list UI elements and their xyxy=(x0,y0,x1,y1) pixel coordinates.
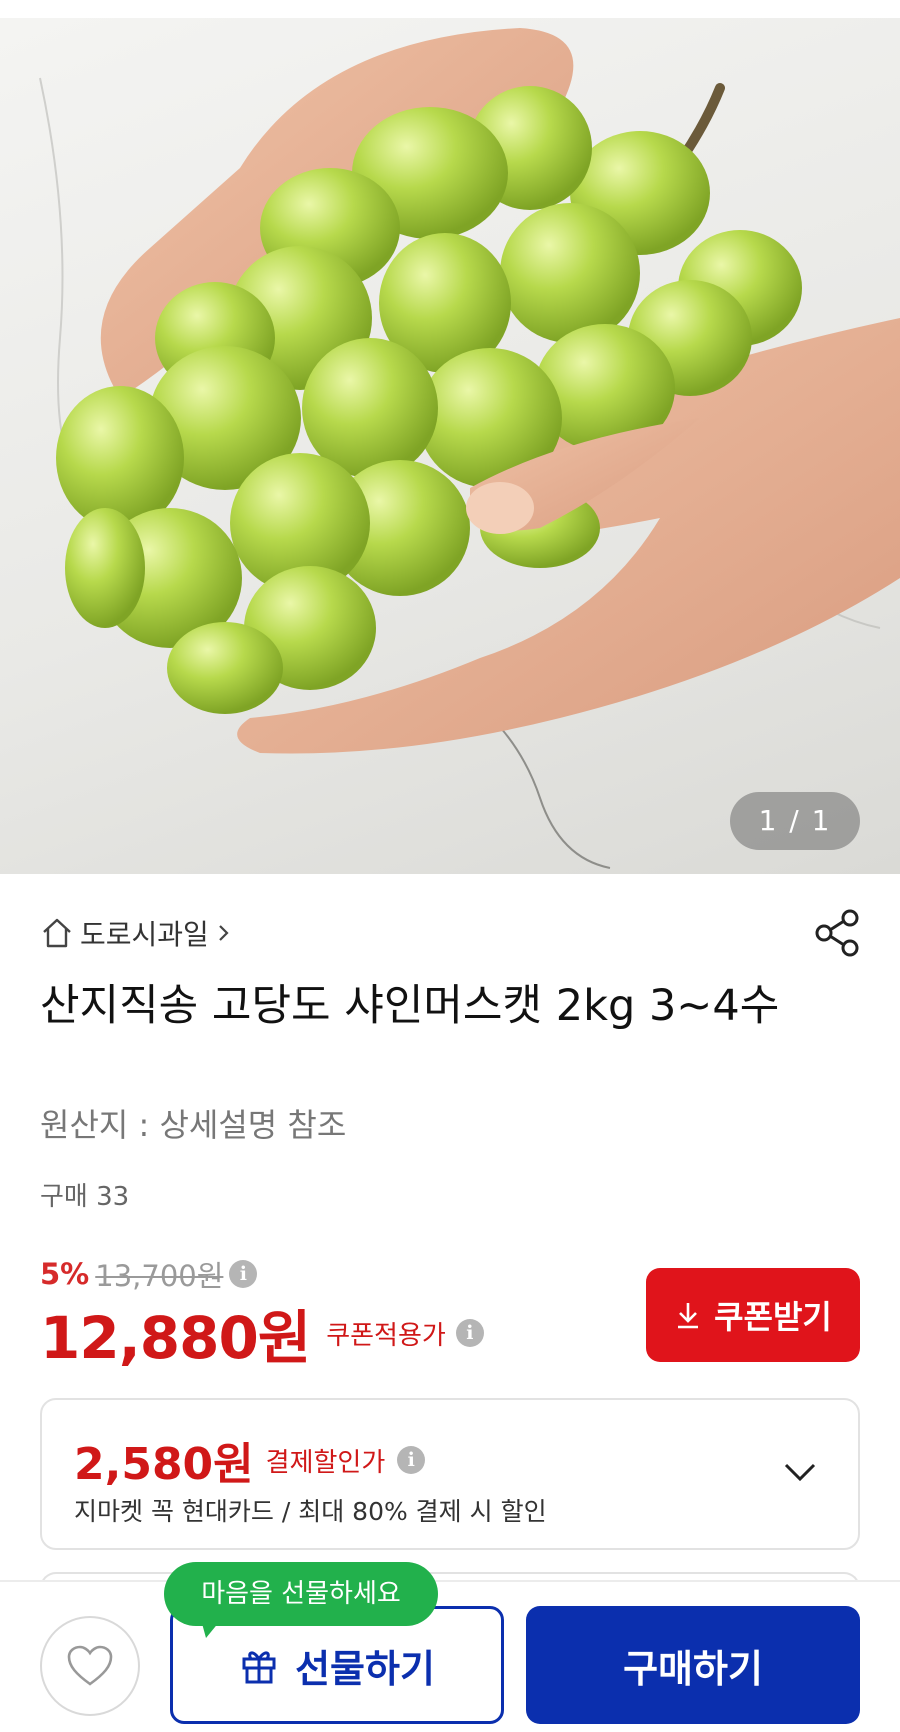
get-coupon-label: 쿠폰받기 xyxy=(714,1298,832,1336)
store-link[interactable]: 도로시과일 xyxy=(40,912,233,954)
get-coupon-button[interactable]: 쿠폰받기 xyxy=(646,1268,860,1362)
product-title: 산지직송 고당도 샤인머스캣 2kg 3~4수 xyxy=(40,981,780,1031)
share-icon xyxy=(815,909,859,957)
origin-info: 원산지 : 상세설명 참조 xyxy=(40,1106,347,1144)
sale-price: 12,880원 xyxy=(40,1304,311,1372)
discount-rate: 5% xyxy=(40,1257,90,1291)
image-counter: 1 / 1 xyxy=(730,792,860,850)
info-icon[interactable]: i xyxy=(455,1319,484,1347)
buy-button-label: 구매하기 xyxy=(623,1646,763,1691)
chevron-right-icon xyxy=(219,925,229,941)
product-detail-page: 1 / 1 도로시과일 산지직송 고당도 샤인머스캣 2kg 3~4수 원산지 … xyxy=(0,0,900,1732)
card-discount-price: 2,580원 xyxy=(74,1439,254,1490)
chevron-down-icon[interactable] xyxy=(780,1452,820,1492)
card-discount-description: 지마켓 꼭 현대카드 / 최대 80% 결제 시 할인 xyxy=(74,1497,547,1526)
price-original-row: 5% 13,700원 i xyxy=(40,1254,258,1294)
store-name: 도로시과일 xyxy=(80,918,209,951)
card-discount-label: 결제할인가 xyxy=(265,1447,386,1478)
gift-icon xyxy=(242,1651,276,1684)
price-sale-row: 12,880원 쿠폰적용가 i xyxy=(40,1300,484,1372)
buy-button[interactable]: 구매하기 xyxy=(526,1606,860,1724)
download-icon xyxy=(678,1303,699,1329)
wishlist-button[interactable] xyxy=(40,1616,140,1716)
bottom-action-bar: 선물하기 구매하기 xyxy=(0,1580,900,1732)
purchase-count: 구매 33 xyxy=(40,1182,130,1212)
home-icon xyxy=(43,918,71,948)
product-image[interactable]: 1 / 1 xyxy=(0,18,900,874)
share-button[interactable] xyxy=(812,908,862,958)
grapes-illustration xyxy=(39,28,900,869)
gift-button-label: 선물하기 xyxy=(295,1646,435,1691)
info-icon[interactable]: i xyxy=(397,1446,426,1474)
card-discount-offer[interactable]: 2,580원 결제할인가 i 지마켓 꼭 현대카드 / 최대 80% 결제 시 … xyxy=(40,1398,860,1550)
coupon-price-label: 쿠폰적용가 xyxy=(326,1320,446,1351)
heart-icon xyxy=(67,1645,113,1686)
original-price: 13,700원 xyxy=(95,1259,224,1293)
info-icon[interactable]: i xyxy=(229,1260,258,1288)
